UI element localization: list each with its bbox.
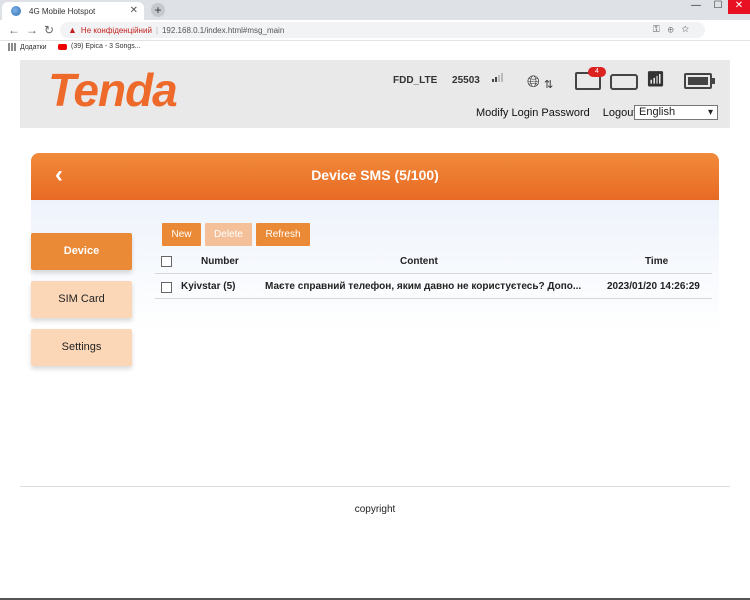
close-icon[interactable]: ✕ [130, 5, 138, 16]
tab-title: 4G Mobile Hotspot [29, 6, 96, 16]
sidebar-item-sim-card[interactable]: SIM Card [31, 281, 132, 318]
separator: | [155, 25, 158, 35]
sms-count-badge: 4 [588, 67, 606, 77]
select-all-checkbox[interactable] [161, 256, 172, 267]
page-banner: ‹ Device SMS (5/100) [31, 153, 719, 200]
warning-icon: ▲ [68, 25, 77, 35]
maximize-icon[interactable]: ☐ [707, 0, 729, 14]
apps-icon [8, 43, 16, 51]
network-info: FDD_LTE 25503 [393, 75, 492, 86]
sim-card-icon [610, 74, 638, 90]
sidebar-item-device[interactable]: Device [31, 233, 132, 270]
message-content[interactable]: Маєте справний телефон, яким давно не ко… [265, 281, 595, 292]
router-page: Tenda FDD_LTE 25503 🌐︎ ⇅ 4 📶︎ Modify Log… [0, 55, 750, 600]
bookmark-youtube[interactable]: (39) Epica - 3 Songs... [58, 43, 141, 50]
window-close-icon[interactable]: ✕ [728, 0, 750, 14]
star-icon[interactable]: ☆ [682, 24, 697, 34]
refresh-button[interactable]: Refresh [256, 223, 310, 246]
omnibox-icons: ⚿⊕☆ [653, 24, 697, 35]
address-bar[interactable]: ▲ Не конфіденційний | 192.168.0.1/index.… [60, 22, 705, 38]
header-links: Modify Login Password Logout [476, 107, 646, 119]
browser-tabstrip: 4G Mobile Hotspot ✕ + — ☐ ✕ [0, 0, 750, 20]
column-time: Time [645, 256, 669, 267]
page-title: Device SMS (5/100) [311, 167, 439, 183]
zoom-icon[interactable]: ⊕ [668, 24, 682, 34]
table-header: Number Content Time [155, 251, 712, 274]
delete-button[interactable]: Delete [205, 223, 252, 246]
logout-link[interactable]: Logout [603, 107, 637, 119]
modify-password-link[interactable]: Modify Login Password [476, 107, 590, 119]
browser-toolbar: ← → ↻ ▲ Не конфіденційний | 192.168.0.1/… [0, 20, 750, 56]
internet-globe-icon[interactable]: 🌐︎ [527, 74, 540, 92]
network-type: FDD_LTE [393, 75, 438, 86]
browser-tab[interactable]: 4G Mobile Hotspot ✕ [2, 2, 144, 20]
bookmark-apps[interactable]: Додатки [8, 43, 47, 51]
new-tab-button[interactable]: + [151, 3, 165, 17]
copyright-text: copyright [354, 504, 396, 515]
tenda-logo: Tenda [48, 64, 178, 116]
back-arrow-icon[interactable]: ← [8, 23, 20, 37]
data-transfer-icon: ⇅ [544, 79, 554, 91]
bookmarks-bar: Додатки (39) Epica - 3 Songs... [0, 41, 750, 55]
wifi-icon[interactable]: 📶︎ [646, 70, 665, 88]
bookmark-label: (39) Epica - 3 Songs... [71, 43, 141, 50]
url-text[interactable]: 192.168.0.1/index.html#msg_main [162, 26, 284, 35]
bookmark-label: Додатки [20, 43, 47, 51]
page-header: Tenda FDD_LTE 25503 🌐︎ ⇅ 4 📶︎ Modify Log… [20, 60, 730, 128]
youtube-icon [58, 43, 67, 50]
column-content: Content [400, 256, 438, 267]
language-select[interactable]: English [634, 105, 718, 120]
new-button[interactable]: New [162, 223, 201, 246]
battery-icon [684, 73, 715, 89]
sms-panel: Device SIM Card Settings New Delete Refr… [31, 200, 719, 366]
table-row[interactable]: Kyivstar (5) Маєте справний телефон, яки… [155, 275, 712, 299]
operator-code: 25503 [452, 75, 480, 86]
sender-number: Kyivstar (5) [181, 281, 236, 292]
column-number: Number [201, 256, 239, 267]
key-icon[interactable]: ⚿ [653, 24, 668, 34]
footer-divider [20, 486, 730, 487]
sidebar-item-settings[interactable]: Settings [31, 329, 132, 366]
not-secure-label: Не конфіденційний [80, 25, 152, 35]
row-checkbox[interactable] [161, 282, 172, 293]
globe-icon [11, 6, 21, 16]
minimize-icon[interactable]: — [685, 0, 707, 14]
forward-arrow-icon[interactable]: → [26, 23, 38, 37]
message-time: 2023/01/20 14:26:29 [607, 281, 700, 292]
reload-icon[interactable]: ↻ [44, 23, 54, 37]
